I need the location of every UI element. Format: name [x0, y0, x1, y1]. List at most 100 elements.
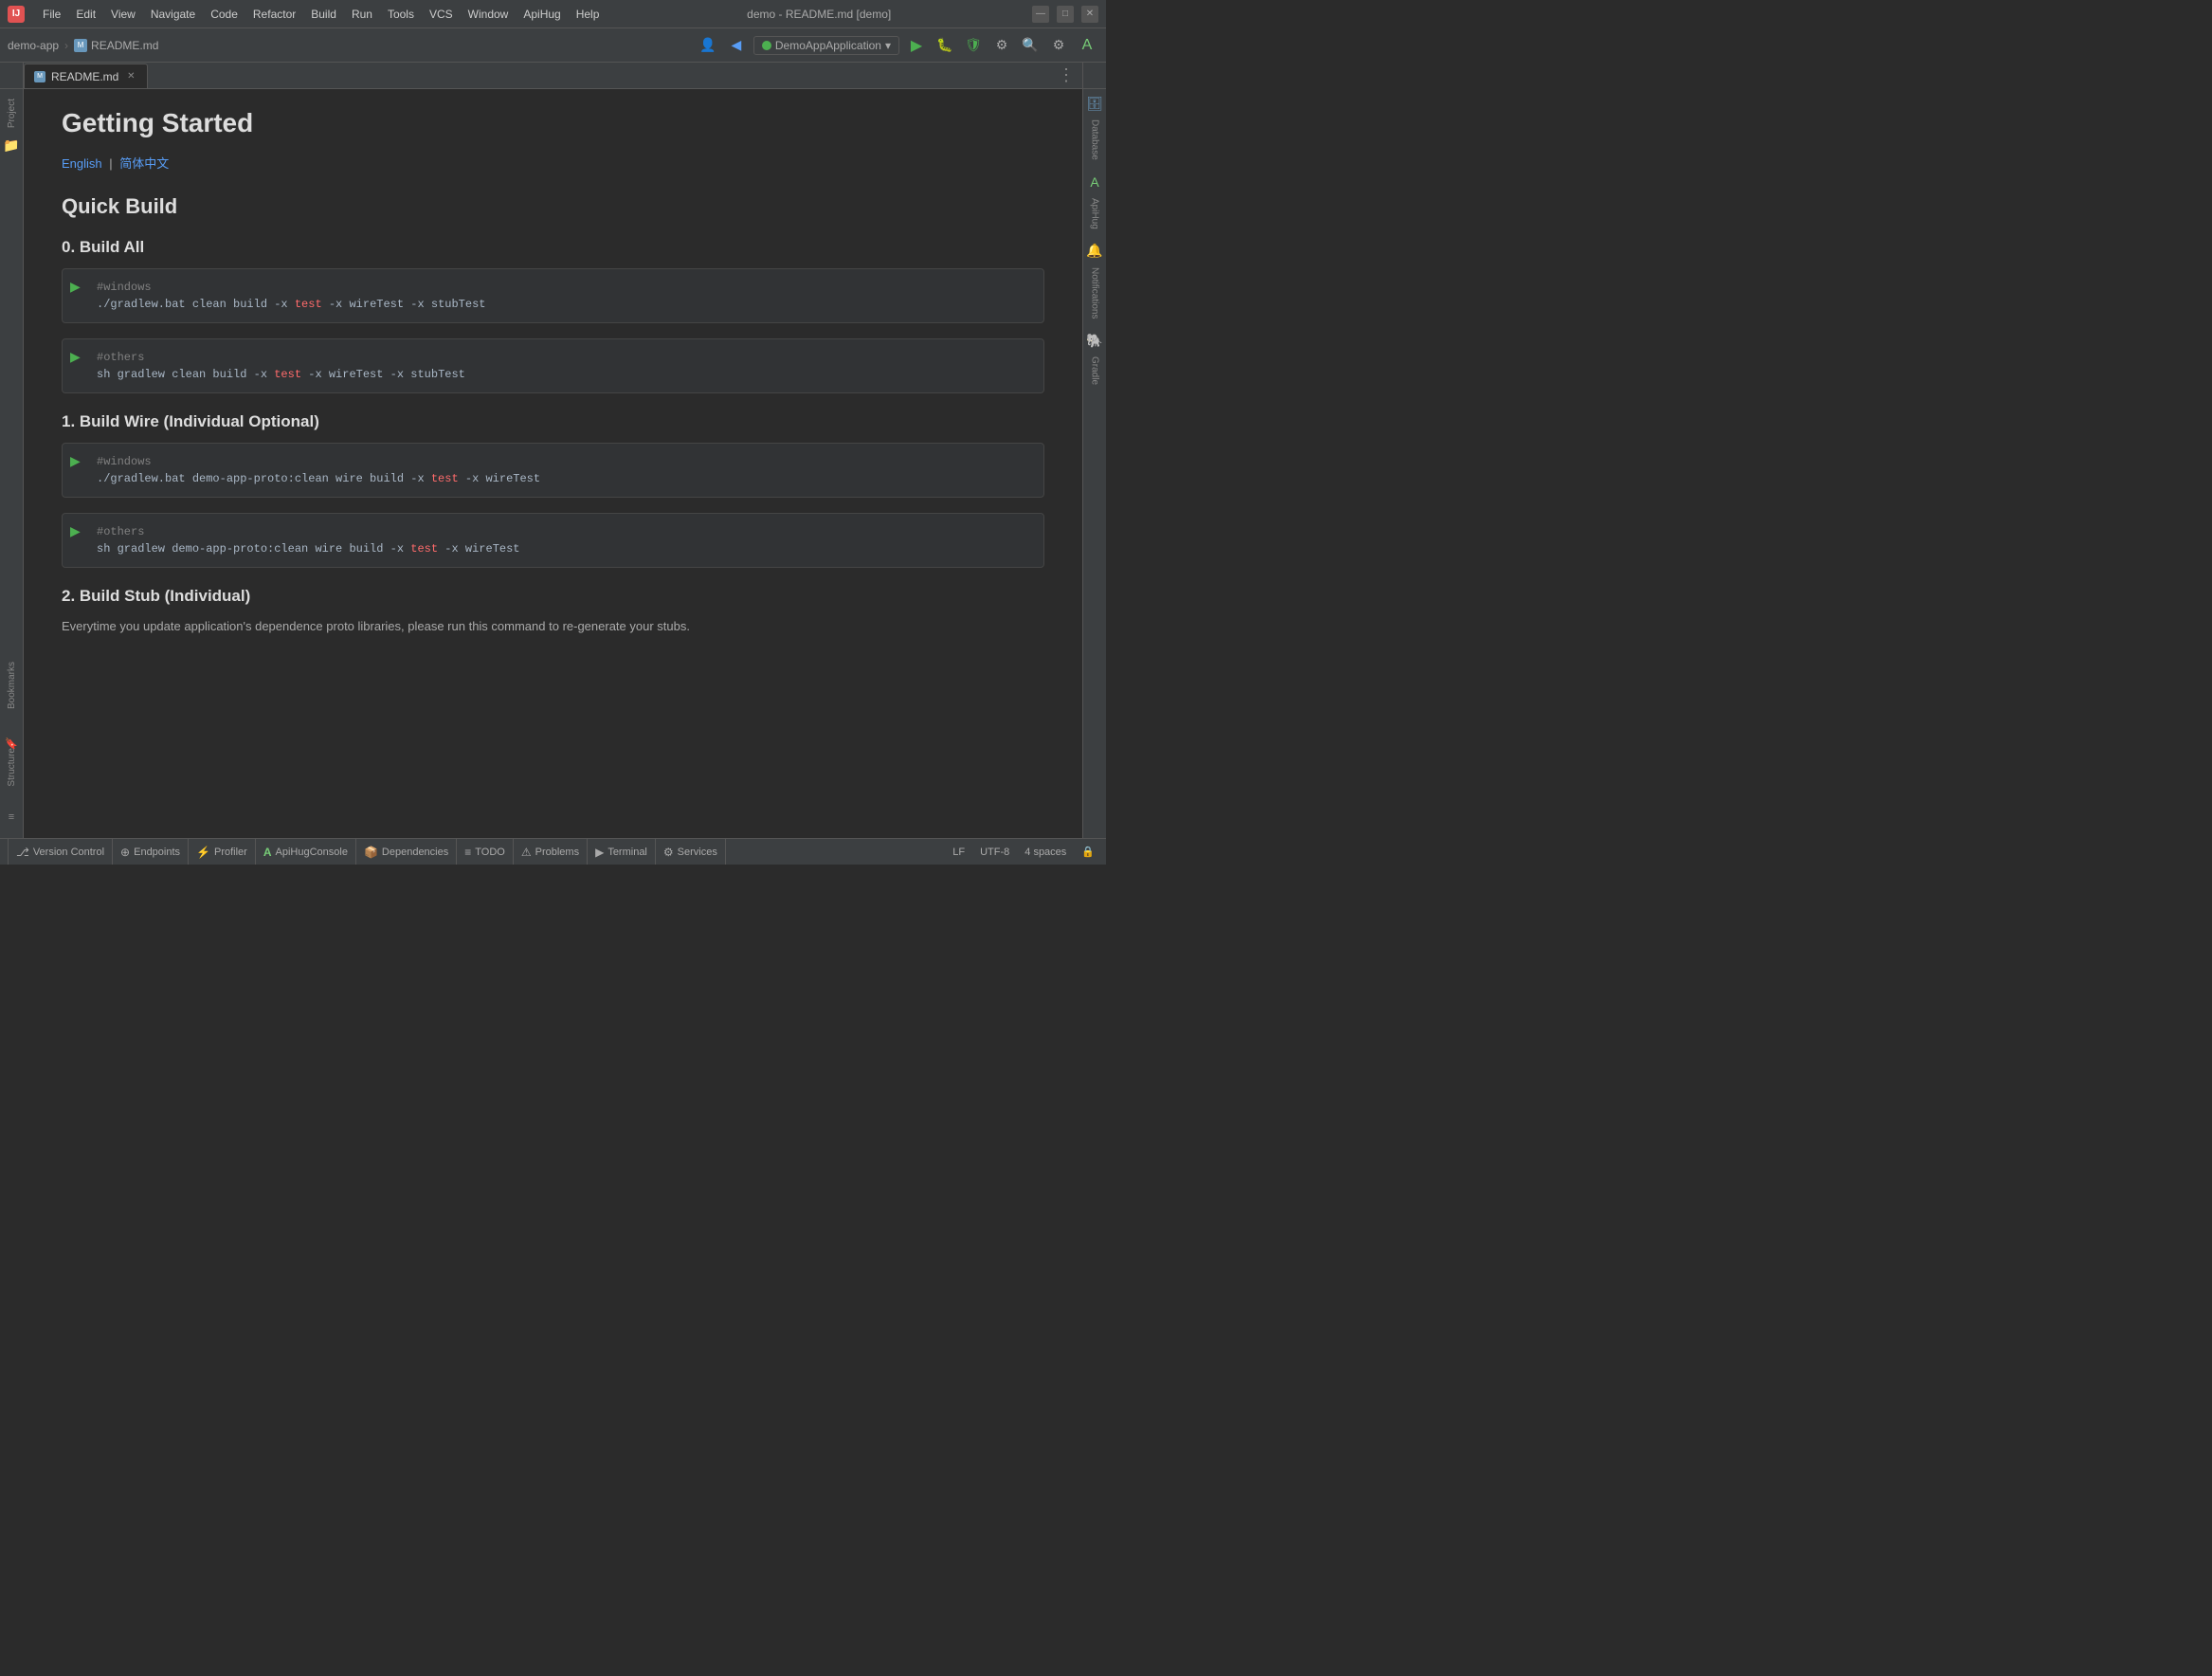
database-panel-label[interactable]: Database	[1086, 116, 1104, 164]
folder-icon[interactable]: 📁	[3, 137, 19, 154]
services-icon: ⚙	[663, 846, 674, 859]
status-dependencies[interactable]: 📦 Dependencies	[356, 839, 457, 865]
minimize-button[interactable]: —	[1032, 6, 1049, 23]
code-cmd-3: ./gradlew.bat demo-app-proto:clean wire …	[97, 472, 431, 485]
run-button[interactable]: ▶	[905, 34, 928, 57]
code-run-button-3[interactable]: ▶	[70, 453, 81, 469]
close-button[interactable]: ✕	[1081, 6, 1098, 23]
back-button[interactable]: ◀	[725, 34, 748, 57]
user-icon[interactable]: 👤	[697, 34, 719, 57]
menu-help[interactable]: Help	[570, 5, 607, 24]
stub-description: Everytime you update application's depen…	[62, 617, 1044, 636]
settings-button[interactable]: ⚙	[990, 34, 1013, 57]
problems-label: Problems	[535, 847, 579, 858]
notifications-icon[interactable]: 🔔	[1086, 243, 1103, 260]
gradle-panel-label[interactable]: Gradle	[1086, 353, 1104, 389]
menu-run[interactable]: Run	[345, 5, 379, 24]
menu-file[interactable]: File	[36, 5, 67, 24]
code-highlight-1: test	[295, 298, 322, 311]
status-problems[interactable]: ⚠ Problems	[514, 839, 588, 865]
status-apihug-console[interactable]: A ApiHugConsole	[256, 839, 356, 865]
window-controls: — □ ✕	[1032, 6, 1098, 23]
apihug-panel-label[interactable]: ApiHug	[1086, 194, 1104, 233]
tab-readme[interactable]: M README.md ✕	[24, 64, 148, 88]
status-profiler[interactable]: ⚡ Profiler	[189, 839, 256, 865]
status-todo[interactable]: ≡ TODO	[457, 839, 514, 865]
menu-refactor[interactable]: Refactor	[246, 5, 302, 24]
heading-quick-build: Quick Build	[62, 194, 1044, 219]
coverage-button[interactable]: 🛡	[962, 34, 985, 57]
tab-close-button[interactable]: ✕	[124, 70, 137, 83]
menu-navigate[interactable]: Navigate	[144, 5, 202, 24]
menu-vcs[interactable]: VCS	[423, 5, 460, 24]
menu-build[interactable]: Build	[304, 5, 343, 24]
endpoints-label: Endpoints	[134, 847, 180, 858]
tab-options-button[interactable]: ⋮	[1050, 63, 1082, 88]
breadcrumb-filename[interactable]: README.md	[91, 39, 158, 52]
debug-button[interactable]: 🐛	[934, 34, 956, 57]
main-toolbar: demo-app › M README.md 👤 ◀ DemoAppApplic…	[0, 28, 1106, 63]
heading-build-all: 0. Build All	[62, 238, 1044, 257]
app-icon: IJ	[8, 6, 25, 23]
menu-window[interactable]: Window	[462, 5, 516, 24]
encoding-indicator[interactable]: UTF-8	[976, 847, 1013, 858]
profiler-label: Profiler	[214, 847, 247, 858]
code-comment-2: #others	[97, 351, 144, 364]
code-rest-3: -x wireTest	[459, 472, 540, 485]
lang-link-zh[interactable]: 简体中文	[119, 156, 169, 171]
bookmarks-panel-label[interactable]: Bookmarks	[3, 656, 21, 715]
menu-apihug[interactable]: ApiHug	[517, 5, 567, 24]
run-config-dropdown-icon: ▾	[885, 39, 891, 52]
code-block-windows-2: ▶ #windows ./gradlew.bat demo-app-proto:…	[62, 443, 1044, 498]
endpoints-icon: ⊕	[120, 846, 130, 859]
lock-icon[interactable]: 🔒	[1078, 846, 1098, 858]
gear-button[interactable]: ⚙	[1047, 34, 1070, 57]
indent-indicator[interactable]: 4 spaces	[1021, 847, 1070, 858]
search-button[interactable]: 🔍	[1019, 34, 1042, 57]
left-sidebar-top	[0, 63, 24, 88]
code-run-button-4[interactable]: ▶	[70, 523, 81, 539]
code-content-3: #windows ./gradlew.bat demo-app-proto:cl…	[63, 444, 1043, 497]
todo-icon: ≡	[464, 846, 471, 859]
code-content-2: #others sh gradlew clean build -x test -…	[63, 339, 1043, 392]
run-config-selector[interactable]: DemoAppApplication ▾	[753, 36, 899, 55]
status-services[interactable]: ⚙ Services	[656, 839, 726, 865]
apihug-plugin-icon[interactable]: A	[1076, 34, 1098, 57]
database-icon[interactable]: 🗄	[1086, 95, 1103, 112]
apihug-console-label: ApiHugConsole	[276, 847, 348, 858]
structure-icon[interactable]: ≡	[9, 811, 14, 823]
code-rest-1: -x wireTest -x stubTest	[322, 298, 486, 311]
menu-code[interactable]: Code	[204, 5, 245, 24]
terminal-icon: ▶	[595, 846, 604, 859]
status-endpoints[interactable]: ⊕ Endpoints	[113, 839, 189, 865]
profiler-icon: ⚡	[196, 846, 210, 859]
project-panel-label[interactable]: Project	[3, 93, 21, 134]
right-sidebar-top	[1082, 63, 1106, 88]
dependencies-label: Dependencies	[382, 847, 448, 858]
status-terminal[interactable]: ▶ Terminal	[588, 839, 656, 865]
menu-view[interactable]: View	[104, 5, 142, 24]
apihug-icon[interactable]: A	[1086, 173, 1103, 191]
status-version-control[interactable]: ⎇ Version Control	[8, 839, 113, 865]
lang-link-en[interactable]: English	[62, 156, 102, 171]
gradle-icon[interactable]: 🐘	[1086, 332, 1103, 349]
line-ending-indicator[interactable]: LF	[949, 847, 969, 858]
maximize-button[interactable]: □	[1057, 6, 1074, 23]
menu-tools[interactable]: Tools	[381, 5, 421, 24]
lang-separator: |	[109, 156, 112, 171]
menu-edit[interactable]: Edit	[69, 5, 102, 24]
structure-panel-label[interactable]: Structure	[3, 742, 21, 792]
notifications-panel-label[interactable]: Notifications	[1086, 264, 1104, 322]
code-content-4: #others sh gradlew demo-app-proto:clean …	[63, 514, 1043, 567]
heading-build-stub: 2. Build Stub (Individual)	[62, 587, 1044, 606]
run-config-label: DemoAppApplication	[775, 39, 881, 52]
code-block-others-2: ▶ #others sh gradlew demo-app-proto:clea…	[62, 513, 1044, 568]
code-run-button-2[interactable]: ▶	[70, 349, 81, 365]
heading-build-wire: 1. Build Wire (Individual Optional)	[62, 412, 1044, 431]
code-rest-2: -x wireTest -x stubTest	[301, 368, 465, 381]
breadcrumb-project[interactable]: demo-app	[8, 39, 59, 52]
file-md-icon: M	[74, 39, 87, 52]
status-bar: ⎇ Version Control ⊕ Endpoints ⚡ Profiler…	[0, 838, 1106, 865]
code-highlight-3: test	[431, 472, 459, 485]
code-run-button-1[interactable]: ▶	[70, 279, 81, 295]
